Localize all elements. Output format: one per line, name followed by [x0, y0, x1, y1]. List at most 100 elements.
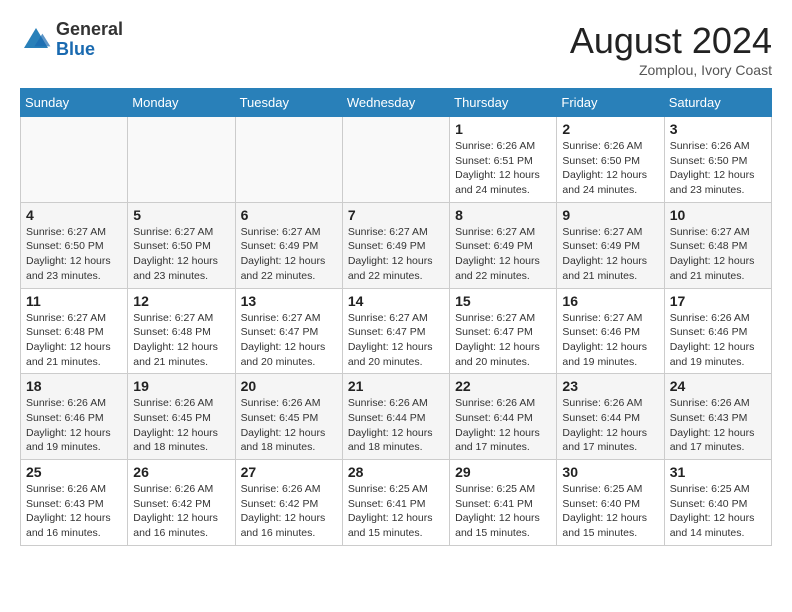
day-cell: 4 Sunrise: 6:27 AMSunset: 6:50 PMDaylight…	[21, 202, 128, 288]
day-cell: 15 Sunrise: 6:27 AMSunset: 6:47 PMDayligh…	[450, 288, 557, 374]
day-cell: 14Sunrise: 6:27 AMSunset: 6:47 PMDayligh…	[342, 288, 449, 374]
day-info: Sunrise: 6:27 AMSunset: 6:48 PMDaylight:…	[133, 311, 229, 370]
day-number: 25	[26, 464, 122, 480]
day-cell: 26 Sunrise: 6:26 AMSunset: 6:42 PMDayligh…	[128, 460, 235, 546]
day-info: Sunrise: 6:26 AMSunset: 6:44 PMDaylight:…	[455, 396, 551, 455]
day-info: Sunrise: 6:26 AMSunset: 6:43 PMDaylight:…	[670, 396, 766, 455]
day-info: Sunrise: 6:26 AMSunset: 6:42 PMDaylight:…	[133, 482, 229, 541]
day-info: Sunrise: 6:26 AMSunset: 6:46 PMDaylight:…	[670, 311, 766, 370]
week-row-1: 1Sunrise: 6:26 AMSunset: 6:51 PMDaylight…	[21, 117, 772, 203]
day-info: Sunrise: 6:27 AMSunset: 6:46 PMDaylight:…	[562, 311, 658, 370]
day-number: 21	[348, 378, 444, 394]
day-cell: 30 Sunrise: 6:25 AMSunset: 6:40 PMDayligh…	[557, 460, 664, 546]
logo-text: General Blue	[56, 20, 123, 60]
day-info: Sunrise: 6:25 AMSunset: 6:40 PMDaylight:…	[562, 482, 658, 541]
day-number: 4	[26, 207, 122, 223]
day-number: 16	[562, 293, 658, 309]
day-cell: 2Sunrise: 6:26 AMSunset: 6:50 PMDaylight…	[557, 117, 664, 203]
day-number: 24	[670, 378, 766, 394]
day-number: 7	[348, 207, 444, 223]
day-info: Sunrise: 6:26 AMSunset: 6:44 PMDaylight:…	[348, 396, 444, 455]
day-number: 30	[562, 464, 658, 480]
day-number: 19	[133, 378, 229, 394]
day-number: 9	[562, 207, 658, 223]
day-of-week-friday: Friday	[557, 89, 664, 117]
day-of-week-tuesday: Tuesday	[235, 89, 342, 117]
day-cell: 11 Sunrise: 6:27 AMSunset: 6:48 PMDayligh…	[21, 288, 128, 374]
day-cell: 19Sunrise: 6:26 AMSunset: 6:45 PMDayligh…	[128, 374, 235, 460]
day-info: Sunrise: 6:27 AMSunset: 6:50 PMDaylight:…	[26, 225, 122, 284]
day-cell: 25 Sunrise: 6:26 AMSunset: 6:43 PMDayligh…	[21, 460, 128, 546]
day-info: Sunrise: 6:27 AMSunset: 6:49 PMDaylight:…	[348, 225, 444, 284]
day-number: 5	[133, 207, 229, 223]
day-cell: 12Sunrise: 6:27 AMSunset: 6:48 PMDayligh…	[128, 288, 235, 374]
day-number: 22	[455, 378, 551, 394]
day-cell: 18Sunrise: 6:26 AMSunset: 6:46 PMDayligh…	[21, 374, 128, 460]
day-number: 11	[26, 293, 122, 309]
day-of-week-monday: Monday	[128, 89, 235, 117]
day-cell: 20 Sunrise: 6:26 AMSunset: 6:45 PMDayligh…	[235, 374, 342, 460]
day-info: Sunrise: 6:27 AMSunset: 6:49 PMDaylight:…	[455, 225, 551, 284]
day-number: 2	[562, 121, 658, 137]
day-cell: 6Sunrise: 6:27 AMSunset: 6:49 PMDaylight…	[235, 202, 342, 288]
day-info: Sunrise: 6:26 AMSunset: 6:46 PMDaylight:…	[26, 396, 122, 455]
month-year-title: August 2024	[570, 20, 772, 62]
day-cell: 22 Sunrise: 6:26 AMSunset: 6:44 PMDayligh…	[450, 374, 557, 460]
day-number: 27	[241, 464, 337, 480]
day-info: Sunrise: 6:26 AMSunset: 6:44 PMDaylight:…	[562, 396, 658, 455]
day-cell	[342, 117, 449, 203]
day-cell: 5 Sunrise: 6:27 AMSunset: 6:50 PMDaylight…	[128, 202, 235, 288]
day-cell: 10 Sunrise: 6:27 AMSunset: 6:48 PMDayligh…	[664, 202, 771, 288]
day-cell: 28Sunrise: 6:25 AMSunset: 6:41 PMDayligh…	[342, 460, 449, 546]
day-number: 26	[133, 464, 229, 480]
day-info: Sunrise: 6:27 AMSunset: 6:48 PMDaylight:…	[26, 311, 122, 370]
days-of-week-row: SundayMondayTuesdayWednesdayThursdayFrid…	[21, 89, 772, 117]
calendar-table: SundayMondayTuesdayWednesdayThursdayFrid…	[20, 88, 772, 546]
day-number: 29	[455, 464, 551, 480]
day-info: Sunrise: 6:27 AMSunset: 6:49 PMDaylight:…	[241, 225, 337, 284]
day-info: Sunrise: 6:27 AMSunset: 6:49 PMDaylight:…	[562, 225, 658, 284]
day-info: Sunrise: 6:27 AMSunset: 6:50 PMDaylight:…	[133, 225, 229, 284]
day-cell: 29Sunrise: 6:25 AMSunset: 6:41 PMDayligh…	[450, 460, 557, 546]
logo: General Blue	[20, 20, 123, 60]
title-section: August 2024 Zomplou, Ivory Coast	[570, 20, 772, 78]
day-cell: 13Sunrise: 6:27 AMSunset: 6:47 PMDayligh…	[235, 288, 342, 374]
day-info: Sunrise: 6:26 AMSunset: 6:42 PMDaylight:…	[241, 482, 337, 541]
day-cell	[235, 117, 342, 203]
day-of-week-thursday: Thursday	[450, 89, 557, 117]
day-info: Sunrise: 6:25 AMSunset: 6:40 PMDaylight:…	[670, 482, 766, 541]
week-row-5: 25 Sunrise: 6:26 AMSunset: 6:43 PMDayligh…	[21, 460, 772, 546]
day-number: 8	[455, 207, 551, 223]
day-cell: 27 Sunrise: 6:26 AMSunset: 6:42 PMDayligh…	[235, 460, 342, 546]
day-cell: 24 Sunrise: 6:26 AMSunset: 6:43 PMDayligh…	[664, 374, 771, 460]
day-cell	[128, 117, 235, 203]
day-number: 31	[670, 464, 766, 480]
day-number: 13	[241, 293, 337, 309]
day-cell: 17 Sunrise: 6:26 AMSunset: 6:46 PMDayligh…	[664, 288, 771, 374]
day-info: Sunrise: 6:26 AMSunset: 6:51 PMDaylight:…	[455, 139, 551, 198]
day-cell: 8 Sunrise: 6:27 AMSunset: 6:49 PMDaylight…	[450, 202, 557, 288]
page-header: General Blue August 2024 Zomplou, Ivory …	[20, 20, 772, 78]
day-number: 23	[562, 378, 658, 394]
day-number: 20	[241, 378, 337, 394]
calendar-header: SundayMondayTuesdayWednesdayThursdayFrid…	[21, 89, 772, 117]
logo-general: General	[56, 20, 123, 40]
day-of-week-sunday: Sunday	[21, 89, 128, 117]
day-of-week-wednesday: Wednesday	[342, 89, 449, 117]
day-cell: 23 Sunrise: 6:26 AMSunset: 6:44 PMDayligh…	[557, 374, 664, 460]
day-number: 3	[670, 121, 766, 137]
day-cell: 1Sunrise: 6:26 AMSunset: 6:51 PMDaylight…	[450, 117, 557, 203]
day-info: Sunrise: 6:26 AMSunset: 6:43 PMDaylight:…	[26, 482, 122, 541]
day-cell: 21 Sunrise: 6:26 AMSunset: 6:44 PMDayligh…	[342, 374, 449, 460]
day-cell	[21, 117, 128, 203]
calendar-body: 1Sunrise: 6:26 AMSunset: 6:51 PMDaylight…	[21, 117, 772, 546]
day-info: Sunrise: 6:26 AMSunset: 6:50 PMDaylight:…	[670, 139, 766, 198]
day-number: 10	[670, 207, 766, 223]
day-number: 17	[670, 293, 766, 309]
day-info: Sunrise: 6:27 AMSunset: 6:48 PMDaylight:…	[670, 225, 766, 284]
day-cell: 16 Sunrise: 6:27 AMSunset: 6:46 PMDayligh…	[557, 288, 664, 374]
day-number: 15	[455, 293, 551, 309]
day-info: Sunrise: 6:27 AMSunset: 6:47 PMDaylight:…	[455, 311, 551, 370]
day-info: Sunrise: 6:26 AMSunset: 6:45 PMDaylight:…	[241, 396, 337, 455]
day-cell: 9 Sunrise: 6:27 AMSunset: 6:49 PMDaylight…	[557, 202, 664, 288]
